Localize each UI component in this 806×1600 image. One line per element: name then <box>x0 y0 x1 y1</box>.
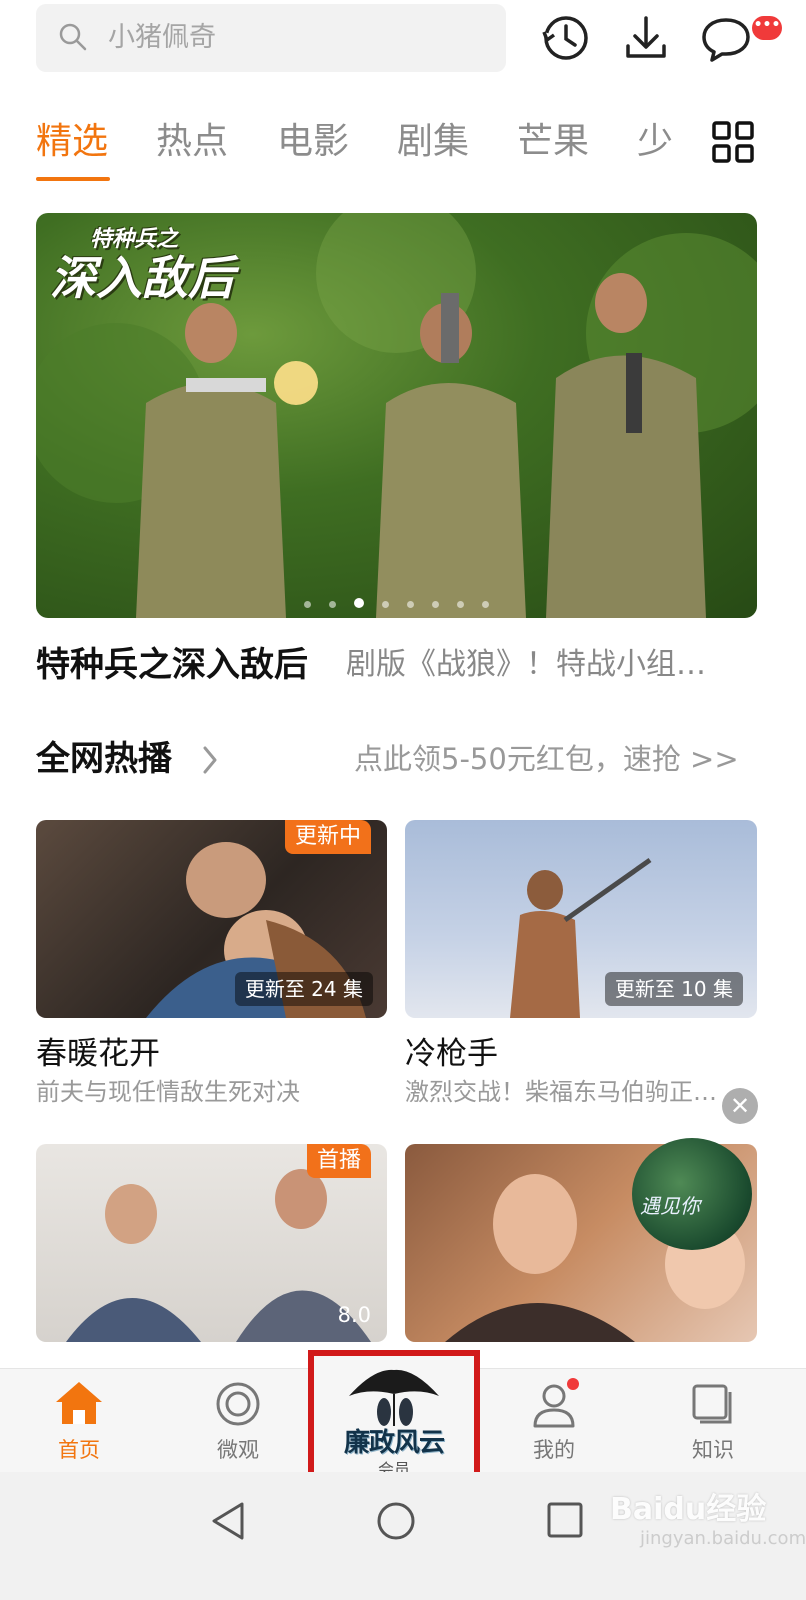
message-icon[interactable] <box>698 10 754 66</box>
video-card-thumbnail[interactable]: 更新至 10 集 <box>405 820 757 1018</box>
tab-dianying[interactable]: 电影 <box>277 114 349 170</box>
premiere-badge: 首播 <box>306 1144 371 1178</box>
weiguan-icon[interactable] <box>214 1380 262 1428</box>
search-input[interactable]: 小猪佩奇 <box>36 4 506 72</box>
carousel-dot[interactable] <box>457 601 464 608</box>
floating-ad-text: 遇见你 <box>640 1194 700 1218</box>
card-subtitle: 前夫与现任情敌生死对决 <box>36 1078 300 1106</box>
baidu-watermark: Baidu经验 jingyan.baidu.com <box>610 1484 806 1549</box>
video-card-thumbnail[interactable]: 更新中 更新至 24 集 <box>36 820 387 1018</box>
tab-active-indicator <box>36 177 110 181</box>
search-placeholder: 小猪佩奇 <box>108 22 216 53</box>
floating-ad[interactable]: 遇见你 <box>632 1138 752 1250</box>
watermark-main: Baidu经验 <box>610 1492 767 1527</box>
history-icon[interactable] <box>538 10 594 66</box>
carousel-dot[interactable] <box>432 601 439 608</box>
chevron-right-icon[interactable] <box>200 744 220 776</box>
tab-shao[interactable]: 少 <box>637 114 675 170</box>
tab-redian[interactable]: 热点 <box>156 114 228 170</box>
episode-badge: 更新至 10 集 <box>604 972 743 1006</box>
download-icon[interactable] <box>618 10 674 66</box>
red-packet-promo-link[interactable]: 点此领5-50元红包，速抢 >> <box>354 736 739 782</box>
carousel-dot[interactable] <box>482 601 489 608</box>
hero-logo-small: 特种兵之 <box>90 227 179 252</box>
card-title[interactable]: 冷枪手 <box>405 1032 498 1076</box>
rating-badge: 8.0 <box>337 1303 371 1327</box>
episode-badge: 更新至 24 集 <box>234 972 373 1006</box>
knowledge-icon[interactable] <box>690 1382 734 1426</box>
hero-title[interactable]: 特种兵之深入敌后 <box>36 640 308 690</box>
card-subtitle: 激烈交战！柴福东马伯驹正… <box>405 1078 717 1106</box>
carousel-dot[interactable] <box>382 601 389 608</box>
card-title[interactable]: 春暖花开 <box>36 1032 160 1076</box>
member-promo-title: 廉政风云 <box>343 1428 445 1458</box>
carousel-dots <box>36 593 757 608</box>
nav-home[interactable]: 首页 <box>29 1436 129 1464</box>
hero-banner[interactable]: 特种兵之 深入敌后 <box>36 213 757 618</box>
umbrella-icon <box>349 1369 439 1426</box>
tab-jingxuan[interactable]: 精选 <box>36 114 108 170</box>
status-badge: 更新中 <box>284 820 371 854</box>
video-card-thumbnail[interactable]: 首播 8.0 <box>36 1144 387 1342</box>
carousel-dot[interactable] <box>407 601 414 608</box>
notification-dot <box>567 1378 579 1390</box>
recent-apps-icon[interactable] <box>546 1501 584 1539</box>
nav-knowledge[interactable]: 知识 <box>663 1436 763 1464</box>
section-title[interactable]: 全网热播 <box>36 734 172 784</box>
hero-logo: 特种兵之 深入敌后 <box>50 227 234 303</box>
home-circle-icon[interactable] <box>375 1500 417 1542</box>
watermark-sub: jingyan.baidu.com <box>640 1528 806 1549</box>
carousel-dot[interactable] <box>304 601 311 608</box>
nav-weiguan[interactable]: 微观 <box>188 1436 288 1464</box>
home-icon[interactable] <box>54 1380 104 1426</box>
close-floater-button[interactable]: ✕ <box>722 1088 758 1124</box>
hero-description: 剧版《战狼》！特战小组… <box>346 647 706 682</box>
back-icon[interactable] <box>208 1500 248 1542</box>
tab-juji[interactable]: 剧集 <box>397 114 469 170</box>
nav-mine[interactable]: 我的 <box>504 1436 604 1464</box>
search-icon <box>59 23 87 51</box>
message-badge: ••• <box>752 16 782 40</box>
carousel-dot-active[interactable] <box>354 598 364 608</box>
grid-menu-icon[interactable] <box>712 121 754 163</box>
hero-logo-large: 深入敌后 <box>50 251 234 305</box>
carousel-dot[interactable] <box>329 601 336 608</box>
tab-mangguo[interactable]: 芒果 <box>517 114 589 170</box>
